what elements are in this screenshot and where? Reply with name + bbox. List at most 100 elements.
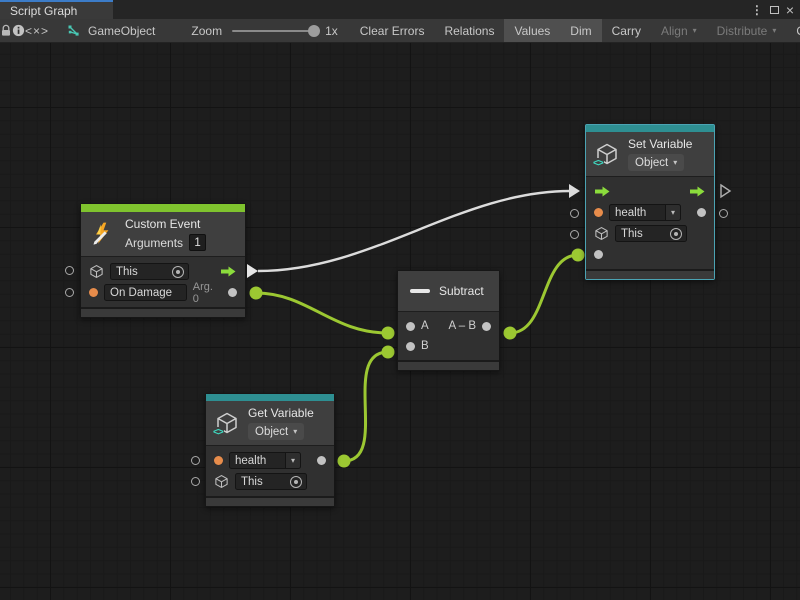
node-get-variable[interactable]: <> Get Variable Object ▾ health ▾ [205, 393, 335, 507]
target-icon[interactable] [290, 476, 302, 488]
variable-kind-dropdown[interactable]: Object ▾ [248, 423, 304, 440]
variable-name-dropdown[interactable]: health ▾ [609, 204, 681, 221]
zoom-slider[interactable] [232, 30, 316, 32]
tab-label: Script Graph [10, 4, 77, 18]
exec-output-port[interactable] [689, 185, 706, 198]
subtract-result-port[interactable] [482, 322, 491, 331]
kebab-icon[interactable]: ⋮ [751, 4, 763, 16]
graph-target[interactable]: GameObject [49, 19, 169, 42]
set-variable-output-ring[interactable] [719, 209, 728, 218]
node-footer [81, 307, 245, 317]
carry-button[interactable]: Carry [602, 19, 651, 42]
value-output-port[interactable] [317, 456, 326, 465]
zoom-slider-knob[interactable] [308, 25, 320, 37]
graph-canvas[interactable]: Custom Event Arguments 1 This [0, 43, 800, 600]
set-variable-input-ring[interactable] [570, 230, 579, 239]
code-icon: <×> [25, 24, 49, 38]
subtract-a-label: A [421, 320, 429, 332]
wire-endpoint [250, 287, 263, 300]
variable-name-port[interactable] [594, 208, 603, 217]
toolbar: <×> GameObject Zoom 1x Clear Errors Rela… [0, 19, 800, 43]
node-custom-event[interactable]: Custom Event Arguments 1 This [80, 203, 246, 318]
target-field[interactable]: This [235, 473, 307, 490]
lock-icon [0, 24, 12, 37]
subtract-a-port[interactable] [406, 322, 415, 331]
variable-name-dropdown[interactable]: health ▾ [229, 452, 301, 469]
dim-button[interactable]: Dim [560, 19, 601, 42]
maximize-icon[interactable] [770, 6, 779, 14]
dropdown-arrow-icon[interactable]: ▾ [285, 453, 300, 468]
info-button[interactable] [12, 19, 25, 42]
align-label: Align [661, 24, 688, 38]
clear-errors-button[interactable]: Clear Errors [350, 19, 435, 42]
zoom-value: 1x [325, 24, 338, 38]
variable-kind-value: Object [635, 157, 668, 169]
distribute-button[interactable]: Distribute ▾ [707, 19, 787, 42]
wire-arg0-to-subtract-a[interactable] [256, 293, 388, 333]
node-set-variable[interactable]: <> Set Variable Object ▾ [585, 124, 715, 280]
distribute-label: Distribute [717, 24, 768, 38]
relations-button[interactable]: Relations [434, 19, 504, 42]
values-button[interactable]: Values [504, 19, 560, 42]
get-variable-input-ring[interactable] [191, 456, 200, 465]
wire-subtract-to-setvariable[interactable] [510, 255, 578, 333]
variable-kind-value: Object [255, 426, 288, 438]
target-value: This [111, 266, 172, 278]
titlebar: Script Graph ⋮ × [0, 0, 800, 19]
node-title: Custom Event [125, 217, 206, 231]
arg0-output-port[interactable] [228, 288, 237, 297]
subtract-b-port[interactable] [406, 342, 415, 351]
target-icon[interactable] [172, 266, 184, 278]
value-input-port[interactable] [594, 250, 603, 259]
node-title: Set Variable [628, 137, 692, 151]
dropdown-arrow-icon: ▾ [293, 427, 297, 436]
custom-event-exec-output-marker[interactable] [247, 264, 258, 278]
wire-exec-customevent-to-setvariable[interactable] [258, 191, 570, 271]
get-variable-input-ring[interactable] [191, 477, 200, 486]
arg0-label: Arg. 0 [193, 281, 222, 305]
variable-brackets-icon: <> [592, 158, 604, 169]
wire-arrowhead [569, 184, 580, 198]
dropdown-arrow-icon[interactable]: ▾ [665, 205, 680, 220]
wire-endpoint [382, 346, 395, 359]
code-view-button[interactable]: <×> [25, 19, 49, 42]
target-field[interactable]: This [110, 263, 189, 280]
script-graph-window: Script Graph ⋮ × <×> [0, 0, 800, 600]
arguments-input[interactable]: 1 [189, 234, 206, 251]
cube-icon [594, 226, 609, 241]
variable-name-port[interactable] [214, 456, 223, 465]
lock-button[interactable] [0, 19, 12, 42]
target-icon[interactable] [670, 228, 682, 240]
tab-script-graph[interactable]: Script Graph [0, 0, 113, 19]
event-target-port[interactable] [89, 288, 98, 297]
minus-icon [410, 289, 430, 293]
dropdown-arrow-icon: ▾ [673, 158, 677, 167]
exec-output-port[interactable] [220, 265, 237, 278]
node-footer [398, 360, 499, 370]
exec-input-port[interactable] [594, 185, 611, 198]
align-button[interactable]: Align ▾ [651, 19, 707, 42]
close-icon[interactable]: × [786, 3, 794, 17]
bolt-pencil-icon [90, 221, 116, 247]
overview-button[interactable]: Overv [786, 19, 800, 42]
node-footer [586, 269, 714, 279]
cube-icon [214, 474, 229, 489]
custom-event-input-ring[interactable] [65, 288, 74, 297]
node-color-bar [206, 394, 334, 401]
variable-kind-dropdown[interactable]: Object ▾ [628, 154, 684, 171]
node-subtract[interactable]: Subtract A A – B B [397, 270, 500, 371]
wire-getvariable-to-subtract-b[interactable] [344, 352, 388, 461]
set-variable-input-ring[interactable] [570, 209, 579, 218]
event-name-field[interactable]: On Damage [104, 284, 187, 301]
target-field[interactable]: This [615, 225, 687, 242]
dropdown-arrow-icon: ▾ [772, 26, 776, 35]
custom-event-input-ring[interactable] [65, 266, 74, 275]
dropdown-arrow-icon: ▾ [693, 26, 697, 35]
set-variable-exec-output-marker[interactable] [719, 183, 732, 199]
wire-endpoint [338, 455, 351, 468]
variable-name-value: health [610, 207, 665, 219]
zoom-control: Zoom 1x [191, 19, 349, 42]
target-value: This [616, 228, 670, 240]
value-output-port[interactable] [697, 208, 706, 217]
wire-endpoint [572, 249, 585, 262]
